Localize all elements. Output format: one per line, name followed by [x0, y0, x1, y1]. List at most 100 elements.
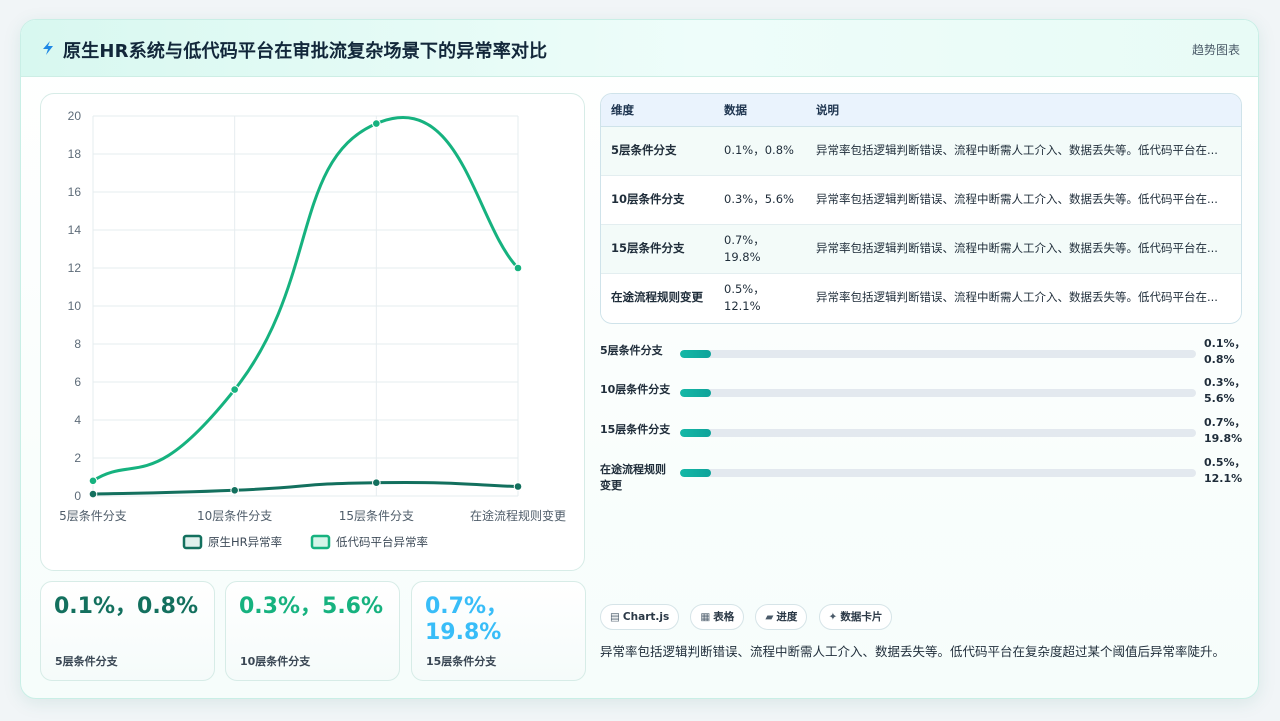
y-tick-label: 14 — [68, 223, 82, 237]
page-title: 原生HR系统与低代码平台在审批流复杂场景下的异常率对比 — [63, 41, 548, 62]
y-tick-label: 6 — [74, 375, 81, 389]
data-point — [372, 119, 381, 128]
footnote-text: 异常率包括逻辑判断错误、流程中断需人工介入、数据丢失等。低代码平台在复杂度超过某… — [600, 644, 1226, 659]
chip-progress[interactable]: ▰ 进度 — [755, 604, 808, 630]
chip-label: 表格 — [713, 611, 735, 623]
stat-label: 10层条件分支 — [240, 655, 311, 668]
y-tick-label: 2 — [74, 451, 81, 465]
y-tick-label: 18 — [68, 147, 82, 161]
x-tick-label: 在途流程规则变更 — [470, 508, 566, 523]
lightning-icon — [43, 41, 53, 55]
line-chart: 0 2 4 6 8 10 12 14 16 18 20 5层条件分支 10层条件分支 15层条件分支 在途流… — [59, 109, 566, 550]
chart-icon: ▤ — [610, 611, 620, 623]
stat-card: 0.3%，5.6% 10层条件分支 — [225, 581, 400, 681]
column-header: 说明 — [806, 94, 1241, 127]
cell-data: 0.5%，12.1% — [714, 273, 806, 322]
data-point — [230, 486, 239, 495]
cell-description: 异常率包括逻辑判断错误、流程中断需人工介入、数据丢失等。低代码平台在... — [806, 175, 1241, 225]
progress-value: 0.7%，19.8% — [1204, 416, 1246, 445]
progress-row: 10层条件分支 0.3%，5.6% — [600, 376, 1246, 416]
chip-data-card[interactable]: ✦ 数据卡片 — [818, 604, 893, 630]
progress-row: 5层条件分支 0.1%，0.8% — [600, 337, 1246, 377]
table-row: 10层条件分支 0.3%，5.6% 异常率包括逻辑判断错误、流程中断需人工介入、… — [601, 175, 1241, 225]
stat-card: 0.7%，19.8% 15层条件分支 — [411, 581, 586, 681]
progress-label: 5层条件分支 — [600, 344, 663, 357]
data-point — [513, 482, 523, 491]
progress-track — [680, 469, 1196, 477]
cell-data: 0.7%，19.8% — [714, 224, 806, 274]
column-header: 数据 — [714, 94, 806, 127]
series-line — [91, 481, 520, 496]
cell-data: 0.1%，0.8% — [714, 126, 806, 176]
data-table: 维度 数据 说明 5层条件分支 0.1%，0.8% 异常率包括逻辑判断错误、流程… — [601, 94, 1241, 322]
series-line — [91, 116, 520, 483]
data-point — [513, 263, 523, 273]
legend-swatch — [310, 534, 331, 550]
progress-row: 15层条件分支 0.7%，19.8% — [600, 416, 1246, 456]
chip-table[interactable]: ▦ 表格 — [690, 604, 745, 630]
x-tick-label: 10层条件分支 — [197, 509, 272, 523]
progress-label: 10层条件分支 — [600, 383, 671, 396]
progress-value: 0.5%，12.1% — [1204, 456, 1246, 485]
progress-fill — [680, 350, 711, 358]
progress-fill — [680, 429, 711, 437]
y-tick-label: 10 — [68, 299, 82, 313]
progress-track — [680, 350, 1196, 358]
progress-value: 0.3%，5.6% — [1204, 376, 1246, 405]
cell-dimension: 在途流程规则变更 — [601, 273, 714, 322]
x-tick-label: 5层条件分支 — [59, 509, 127, 523]
data-point — [88, 476, 98, 486]
progress-track — [680, 389, 1196, 397]
table-row: 15层条件分支 0.7%，19.8% 异常率包括逻辑判断错误、流程中断需人工介入… — [601, 224, 1241, 274]
stat-label: 5层条件分支 — [55, 655, 118, 668]
cell-description: 异常率包括逻辑判断错误、流程中断需人工介入、数据丢失等。低代码平台在... — [806, 126, 1241, 176]
y-tick-label: 12 — [68, 261, 82, 275]
dashboard-card: 原生HR系统与低代码平台在审批流复杂场景下的异常率对比 趋势图表 0 2 4 6 8 10… — [20, 19, 1259, 699]
card-header: 原生HR系统与低代码平台在审批流复杂场景下的异常率对比 趋势图表 — [21, 20, 1258, 77]
progress-label: 在途流程规则变更 — [600, 463, 666, 492]
data-point — [372, 478, 381, 488]
progress-row: 在途流程规则变更 0.5%，12.1% — [600, 456, 1246, 496]
chip-label: 数据卡片 — [840, 611, 883, 623]
progress-label: 15层条件分支 — [600, 423, 671, 436]
y-tick-label: 8 — [74, 337, 81, 351]
y-tick-label: 0 — [74, 489, 81, 503]
line-chart-panel: 0 2 4 6 8 10 12 14 16 18 20 5层条件分支 10层条件分支 15层条件分支 在途流… — [40, 93, 585, 571]
cell-dimension: 15层条件分支 — [601, 224, 714, 274]
cell-description: 异常率包括逻辑判断错误、流程中断需人工介入、数据丢失等。低代码平台在... — [806, 273, 1241, 322]
table-icon: ▦ — [700, 611, 711, 623]
stat-value: 0.3%，5.6% — [239, 594, 384, 619]
progress-track — [680, 429, 1196, 437]
progress-icon: ▰ — [765, 611, 774, 623]
progress-value: 0.1%，0.8% — [1204, 337, 1246, 366]
sparkle-icon: ✦ — [828, 611, 838, 623]
data-table-panel: 维度 数据 说明 5层条件分支 0.1%，0.8% 异常率包括逻辑判断错误、流程… — [600, 93, 1242, 324]
y-tick-label: 16 — [68, 185, 82, 199]
cell-dimension: 10层条件分支 — [601, 175, 714, 225]
chart-type-tag: 趋势图表 — [1191, 43, 1240, 57]
stat-label: 15层条件分支 — [426, 655, 497, 668]
data-point — [230, 385, 239, 394]
chip-label: Chart.js — [622, 611, 670, 623]
chip-label: 进度 — [776, 611, 798, 623]
x-tick-label: 15层条件分支 — [339, 509, 414, 523]
stat-card: 0.1%，0.8% 5层条件分支 — [40, 581, 215, 681]
cell-dimension: 5层条件分支 — [601, 126, 714, 176]
cell-description: 异常率包括逻辑判断错误、流程中断需人工介入、数据丢失等。低代码平台在... — [806, 224, 1241, 274]
table-row: 在途流程规则变更 0.5%，12.1% 异常率包括逻辑判断错误、流程中断需人工介… — [601, 273, 1241, 322]
y-tick-label: 4 — [74, 413, 81, 427]
legend-label: 原生HR异常率 — [208, 535, 282, 549]
progress-fill — [680, 389, 711, 397]
y-tick-label: 20 — [68, 109, 82, 123]
legend-label: 低代码平台异常率 — [336, 535, 428, 549]
feature-chips: ▤ Chart.js ▦ 表格 ▰ 进度 ✦ 数据卡片 — [600, 604, 898, 630]
table-row: 5层条件分支 0.1%，0.8% 异常率包括逻辑判断错误、流程中断需人工介入、数… — [601, 126, 1241, 176]
progress-fill — [680, 469, 711, 477]
data-point — [88, 489, 98, 499]
stat-value: 0.7%，19.8% — [425, 594, 509, 645]
legend-swatch — [182, 534, 203, 550]
chip-chartjs[interactable]: ▤ Chart.js — [600, 604, 680, 630]
column-header: 维度 — [601, 94, 714, 127]
stat-value: 0.1%，0.8% — [54, 594, 199, 619]
cell-data: 0.3%，5.6% — [714, 175, 806, 225]
